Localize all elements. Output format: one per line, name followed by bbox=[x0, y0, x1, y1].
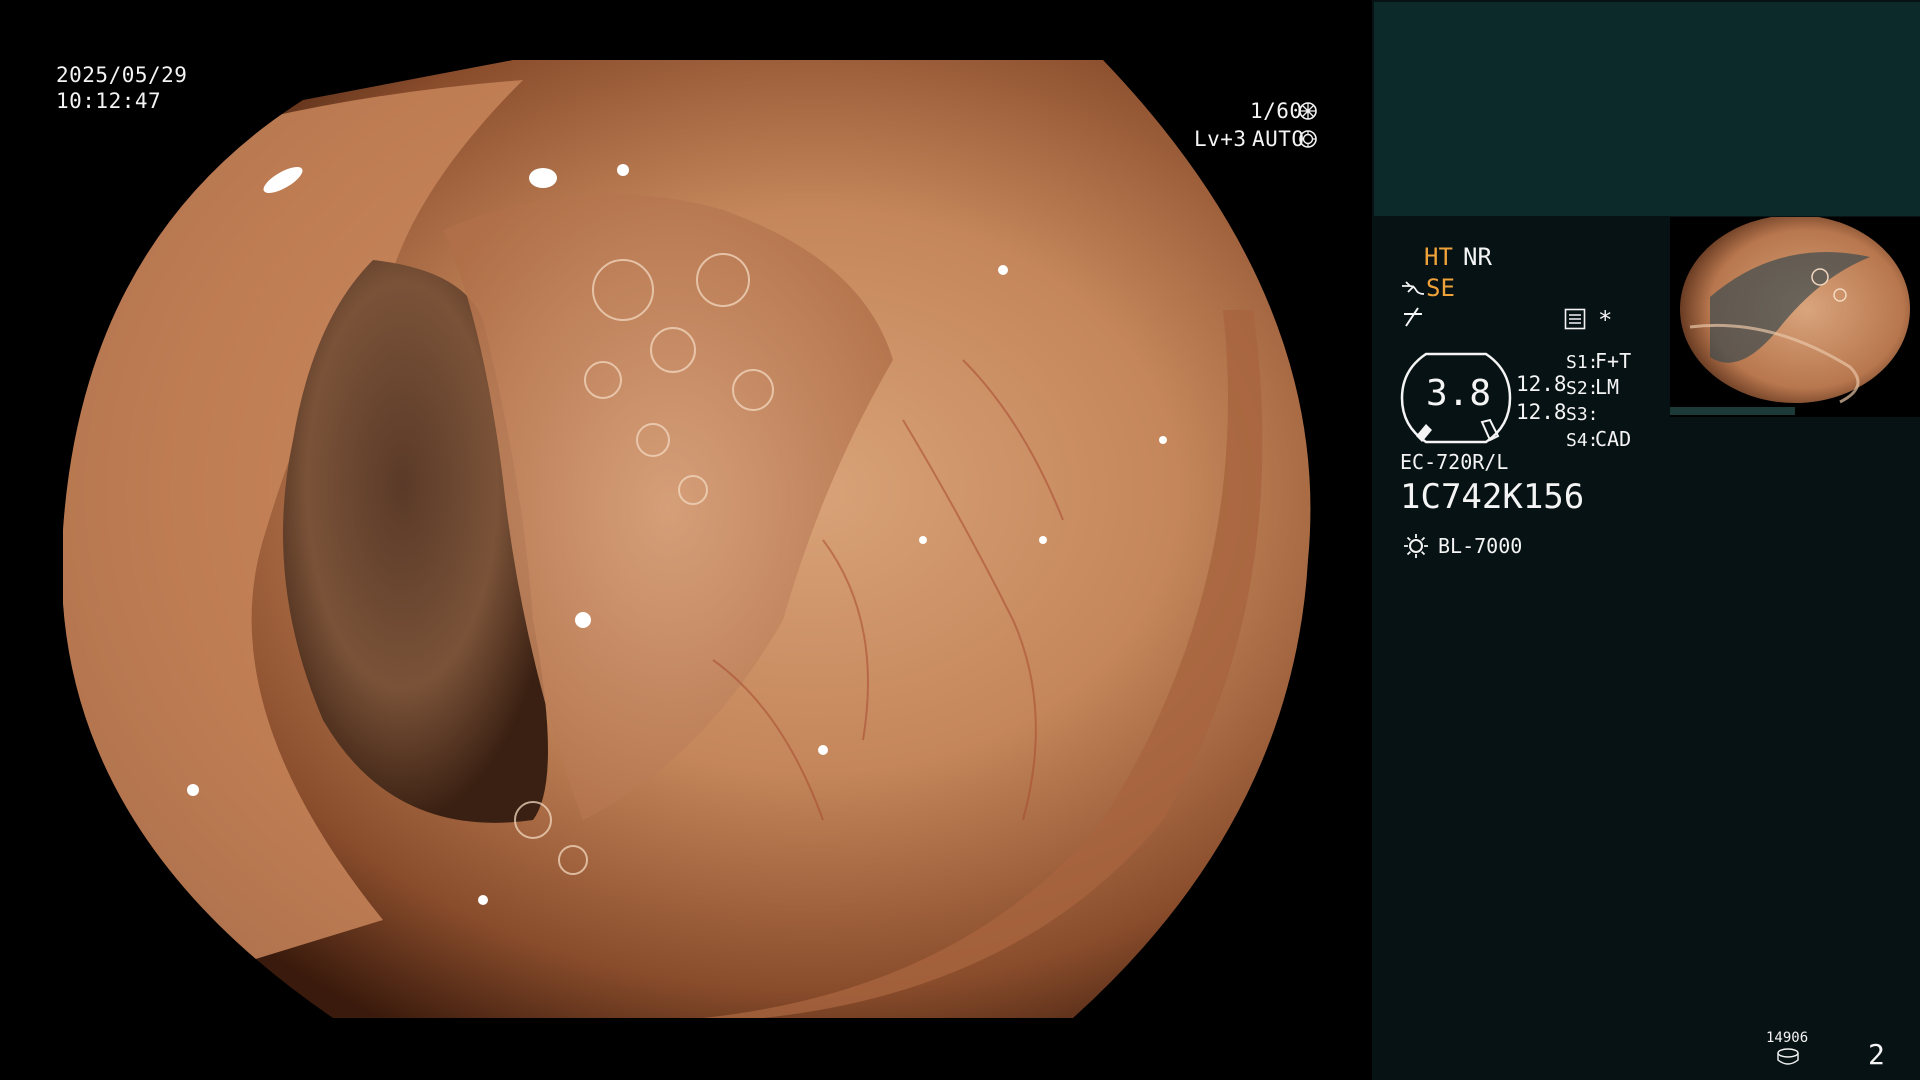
shutter-speed: 1/60 bbox=[1250, 99, 1303, 123]
page-number: 2 bbox=[1868, 1038, 1885, 1071]
s1-value: F+T bbox=[1595, 349, 1632, 373]
brightness-level: Lv+3 bbox=[1194, 127, 1247, 151]
ht-indicator: HT bbox=[1424, 243, 1453, 271]
header-block bbox=[1374, 2, 1920, 216]
menu-list-icon bbox=[1564, 308, 1586, 330]
scope-model: EC-720R/L bbox=[1400, 450, 1509, 474]
thumbnail-bar bbox=[1670, 407, 1795, 415]
shutter-icon bbox=[1299, 102, 1317, 120]
asterisk-indicator: * bbox=[1598, 306, 1613, 334]
date-text: 2025/05/29 bbox=[56, 63, 188, 87]
s1-label: S1: bbox=[1566, 352, 1599, 373]
time-text: 10:12:47 bbox=[56, 89, 162, 113]
s4-label: S4: bbox=[1566, 430, 1599, 451]
nr-indicator: NR bbox=[1463, 243, 1492, 271]
iris-icon bbox=[1299, 130, 1317, 148]
disk-icon bbox=[1777, 1048, 1799, 1065]
s4-value: CAD bbox=[1595, 427, 1632, 451]
se-indicator: SE bbox=[1426, 274, 1455, 302]
gauge-value: 3.8 bbox=[1426, 373, 1492, 414]
endoscope-video-area: 2025/05/29 10:12:47 1/60 Lv+3 AUTO bbox=[0, 0, 1372, 1080]
s2-value: LM bbox=[1595, 375, 1620, 399]
value-a: 12.8 bbox=[1516, 372, 1567, 396]
scope-serial: 1C742K156 bbox=[1400, 477, 1585, 517]
light-source: BL-7000 bbox=[1438, 534, 1523, 558]
sun-icon bbox=[1404, 534, 1428, 558]
hook-icon bbox=[1402, 281, 1425, 295]
endoscopic-image bbox=[63, 60, 1311, 1018]
value-b: 12.8 bbox=[1516, 400, 1567, 424]
image-counter: 14906 bbox=[1766, 1030, 1809, 1046]
capture-thumbnail[interactable] bbox=[1670, 217, 1920, 417]
s3-label: S3: bbox=[1566, 404, 1599, 425]
signal-icon bbox=[1404, 307, 1422, 327]
s2-label: S2: bbox=[1566, 378, 1599, 399]
iris-mode: AUTO bbox=[1252, 127, 1305, 151]
